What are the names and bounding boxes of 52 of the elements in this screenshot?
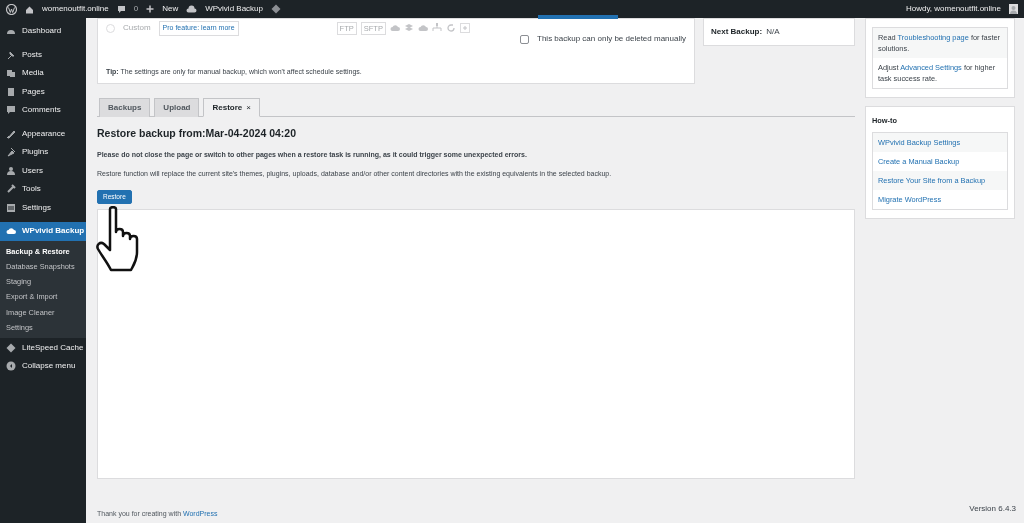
sidebar-item[interactable]: Plugins <box>0 143 86 162</box>
comment-count[interactable]: 0 <box>133 3 139 15</box>
plugin-link[interactable]: WPvivid Backup <box>205 3 263 15</box>
pin-icon <box>6 49 16 60</box>
next-backup-label: Next Backup: <box>711 26 763 38</box>
media-icon <box>6 68 16 79</box>
next-backup-value: N/A <box>766 26 780 38</box>
wordpress-logo-icon[interactable] <box>6 3 17 15</box>
network-icon[interactable] <box>431 23 442 34</box>
sidebar-item[interactable]: Media <box>0 64 86 83</box>
diamond-icon <box>6 342 16 353</box>
version-text: Version 6.4.3 <box>969 504 1016 513</box>
restore-title: Restore backup from:Mar-04-2024 04:20 <box>97 126 297 141</box>
wrench-icon <box>6 184 16 195</box>
new-link[interactable]: New <box>162 3 179 15</box>
backup-now-button[interactable] <box>538 15 618 19</box>
diamond-icon[interactable] <box>271 4 281 14</box>
site-name-link[interactable]: womenoutfit.online <box>42 3 109 15</box>
page-icon <box>6 86 16 97</box>
avatar-icon[interactable] <box>1009 4 1018 14</box>
home-icon[interactable] <box>25 4 34 14</box>
sidebar-item[interactable]: WPvivid Backup <box>0 222 86 241</box>
user-icon <box>6 165 16 176</box>
cloud-icon <box>6 226 16 237</box>
tab[interactable]: Upload <box>154 98 200 117</box>
sidebar-item[interactable]: Dashboard <box>0 22 86 41</box>
sidebar-item[interactable]: Collapse menu <box>0 356 86 376</box>
sidebar-item[interactable]: Settings <box>0 198 86 217</box>
plug-icon <box>6 147 16 158</box>
sidebar-item[interactable]: Comments <box>0 101 86 120</box>
checkbox[interactable] <box>520 34 529 44</box>
plus-icon[interactable] <box>146 5 155 13</box>
settings-icon <box>6 202 16 213</box>
sidebar-item[interactable]: Tools <box>0 180 86 199</box>
sidebar-item[interactable]: Posts <box>0 45 86 64</box>
collapse-icon <box>6 361 16 372</box>
comment-icon[interactable] <box>116 4 126 14</box>
box-icon[interactable] <box>403 23 414 34</box>
sidebar-item[interactable]: LiteSpeed Cache <box>0 338 86 357</box>
sidebar-item[interactable]: Pages <box>0 82 86 101</box>
sidebar-item[interactable]: Appearance <box>0 124 86 143</box>
tab[interactable]: Restore × <box>203 98 260 117</box>
greeting-link[interactable]: Howdy, womenoutfit.online <box>906 3 1001 15</box>
tab[interactable]: Backups <box>99 98 151 117</box>
custom-label: Custom <box>123 22 151 35</box>
cloud-icon[interactable] <box>186 5 198 13</box>
checkbox-label: This backup can only be deleted manually <box>537 33 686 45</box>
sidebar-item[interactable]: Users <box>0 161 86 180</box>
brush-icon <box>6 128 16 139</box>
refresh-icon[interactable] <box>445 23 456 34</box>
close-icon[interactable]: × <box>246 101 251 114</box>
comment-icon <box>6 105 16 116</box>
